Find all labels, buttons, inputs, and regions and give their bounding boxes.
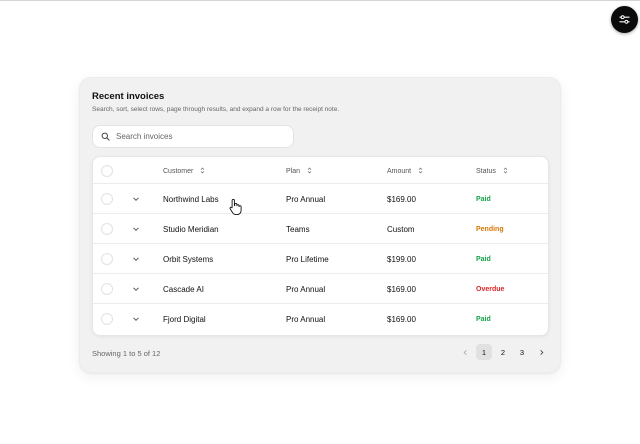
status-badge: Paid bbox=[476, 256, 491, 263]
status-badge: Paid bbox=[476, 196, 491, 203]
next-page-button[interactable] bbox=[533, 344, 549, 360]
table-row[interactable]: Fjord Digital Pro Annual $169.00 Paid bbox=[93, 304, 548, 334]
card-title: Recent invoices bbox=[92, 91, 165, 102]
card-subtitle: Search, sort, select rows, page through … bbox=[92, 106, 340, 113]
sort-icon bbox=[201, 167, 205, 174]
cell-amount: Custom bbox=[387, 225, 415, 234]
cell-amount: $169.00 bbox=[387, 195, 416, 204]
sort-icon bbox=[307, 167, 312, 174]
chevron-down-icon[interactable] bbox=[131, 254, 141, 264]
column-header-status-label: Status bbox=[476, 168, 496, 175]
hand-cursor-icon bbox=[229, 198, 242, 215]
column-header-plan[interactable]: Plan bbox=[286, 167, 312, 175]
chevron-down-icon[interactable] bbox=[131, 314, 141, 324]
row-checkbox[interactable] bbox=[101, 193, 113, 205]
column-header-amount[interactable]: Amount bbox=[387, 167, 423, 175]
column-header-plan-label: Plan bbox=[286, 168, 301, 175]
chevron-down-icon[interactable] bbox=[131, 224, 141, 234]
cell-customer: Fjord Digital bbox=[163, 315, 206, 324]
column-header-status[interactable]: Status bbox=[476, 167, 508, 175]
chevron-left-icon bbox=[463, 349, 467, 355]
results-summary: Showing 1 to 5 of 12 bbox=[92, 349, 161, 358]
table-row[interactable]: Cascade AI Pro Annual $169.00 Overdue bbox=[93, 274, 548, 304]
search-icon bbox=[101, 132, 110, 141]
cell-plan: Pro Lifetime bbox=[286, 255, 329, 264]
page-button-3[interactable]: 3 bbox=[514, 344, 530, 360]
status-badge: Paid bbox=[476, 316, 491, 323]
table-row[interactable]: Orbit Systems Pro Lifetime $199.00 Paid bbox=[93, 244, 548, 274]
row-checkbox[interactable] bbox=[101, 253, 113, 265]
search-input[interactable] bbox=[116, 132, 286, 141]
chevron-right-icon bbox=[539, 349, 543, 355]
table-row[interactable]: Northwind Labs Pro Annual $169.00 Paid bbox=[93, 184, 548, 214]
sort-icon bbox=[503, 167, 508, 174]
sort-icon bbox=[418, 167, 423, 174]
invoices-card: Recent invoices Search, sort, select row… bbox=[79, 77, 561, 373]
cell-customer: Studio Meridian bbox=[163, 225, 219, 234]
cell-customer: Orbit Systems bbox=[163, 255, 214, 264]
invoices-table: Customer Plan Amount Status Northwind La… bbox=[92, 156, 549, 336]
pagination: 1 2 3 bbox=[457, 344, 552, 360]
page-button-2[interactable]: 2 bbox=[495, 344, 511, 360]
cell-amount: $169.00 bbox=[387, 315, 416, 324]
search-box[interactable] bbox=[92, 125, 294, 148]
sliders-icon bbox=[619, 15, 630, 24]
cell-customer: Northwind Labs bbox=[163, 195, 219, 204]
cell-plan: Pro Annual bbox=[286, 315, 326, 324]
status-badge: Overdue bbox=[476, 286, 505, 293]
row-checkbox[interactable] bbox=[101, 283, 113, 295]
settings-toggle-button[interactable] bbox=[611, 6, 638, 33]
prev-page-button[interactable] bbox=[457, 344, 473, 360]
cell-amount: $199.00 bbox=[387, 255, 416, 264]
cell-amount: $169.00 bbox=[387, 285, 416, 294]
cell-customer: Cascade AI bbox=[163, 285, 204, 294]
chevron-down-icon[interactable] bbox=[131, 194, 141, 204]
page-button-1[interactable]: 1 bbox=[476, 344, 492, 360]
table-header-row: Customer Plan Amount Status bbox=[93, 157, 548, 184]
row-checkbox[interactable] bbox=[101, 223, 113, 235]
status-badge: Pending bbox=[476, 226, 504, 233]
column-header-amount-label: Amount bbox=[387, 168, 412, 175]
row-checkbox[interactable] bbox=[101, 313, 113, 325]
cell-plan: Pro Annual bbox=[286, 285, 326, 294]
table-row[interactable]: Studio Meridian Teams Custom Pending bbox=[93, 214, 548, 244]
select-all-checkbox[interactable] bbox=[101, 165, 113, 177]
cell-plan: Pro Annual bbox=[286, 195, 326, 204]
column-header-customer-label: Customer bbox=[163, 168, 194, 175]
chevron-down-icon[interactable] bbox=[131, 284, 141, 294]
cell-plan: Teams bbox=[286, 225, 310, 234]
column-header-customer[interactable]: Customer bbox=[163, 167, 205, 175]
